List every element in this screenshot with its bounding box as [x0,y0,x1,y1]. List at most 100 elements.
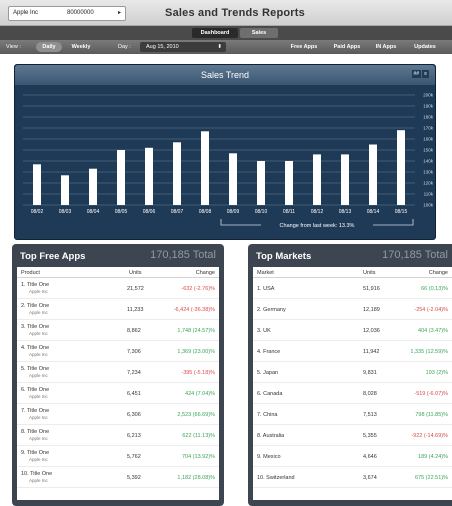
table-row[interactable]: 6. Title One Apple Inc 6,451 424 (7.04)% [17,384,219,404]
table-row[interactable]: 9. Mexico 4,646 189 (4.24)% [253,447,452,467]
table-row[interactable]: 2. Germany 12,189 -254 (-2.04)% [253,300,452,320]
row-name: 8. Australia [257,433,285,439]
table-icon[interactable]: ≡ [422,70,429,78]
bar [173,142,181,205]
top-markets-panel: Top Markets 170,185 Total Market Units C… [248,244,452,506]
table-row[interactable]: 8. Title One Apple Inc 6,213 622 (11.13)% [17,426,219,446]
row-name: 7. China [257,412,278,418]
row-units: 3,674 [363,475,377,481]
row-name: 6. Canada [257,391,283,397]
y-tick-label: 180k [423,115,434,120]
row-units: 6,213 [127,433,141,439]
bar [89,168,97,205]
row-name: 1. Title One [21,282,50,288]
x-tick-label: 08/08 [199,209,212,215]
row-name: 2. Germany [257,307,286,313]
in-apps-button[interactable]: IN Apps [370,42,402,52]
x-tick-label: 08/10 [255,209,268,215]
paid-apps-button[interactable]: Paid Apps [328,42,366,52]
top-bar: Apple Inc 80000000 ▸ Sales and Trends Re… [0,0,452,26]
y-tick-label: 190k [423,104,434,109]
table-row[interactable]: 10. Title One Apple Inc 5,392 1,182 (28.08)… [17,468,219,488]
row-change: 675 (22.51)% [414,475,448,481]
y-tick-label: 140k [423,159,434,164]
y-tick-label: 100k [423,203,434,208]
sales-trend-header: Sales Trend ## ≡ [15,65,435,85]
column-header-change: Change [195,270,215,276]
table-row[interactable]: 4. France 11,942 1,335 (12.59)% [253,342,452,362]
bar [285,161,293,205]
row-name: 8. Title One [21,429,50,435]
table-row[interactable]: 10. Switzerland 3,674 675 (22.51)% [253,468,452,488]
x-tick-label: 08/07 [171,209,184,215]
row-change: 1,369 (23.00)% [177,349,215,355]
change-from-last-week: Change from last week: 13.3% [280,223,355,229]
row-units: 6,306 [127,412,141,418]
weekly-toggle[interactable]: Weekly [66,42,96,52]
table-row[interactable]: 4. Title One Apple Inc 7,306 1,369 (23.00)% [17,342,219,362]
row-name: 2. Title One [21,303,50,309]
row-name: 10. Title One [21,471,53,477]
top-markets-table: Market Units Change 1. USA 51,916 66 (0.13… [253,267,452,500]
column-header-market: Market [257,270,274,276]
account-selector[interactable]: Apple Inc 80000000 ▸ [8,6,126,21]
table-row[interactable]: 7. Title One Apple Inc 6,306 2,523 (66.69)% [17,405,219,425]
table-row[interactable]: 3. UK 12,036 404 (3.47)% [253,321,452,341]
y-tick-label: 120k [423,181,434,186]
row-change: 798 (11.85)% [415,412,448,418]
x-tick-label: 08/13 [339,209,352,215]
free-apps-button[interactable]: Free Apps [284,42,324,52]
row-change: -519 (-6.07)% [414,391,448,397]
table-row[interactable]: 7. China 7,513 798 (11.85)% [253,405,452,425]
x-tick-label: 08/12 [311,209,324,215]
row-change: 2,523 (66.69)% [177,412,215,418]
row-name: 4. Title One [21,345,50,351]
top-free-apps-panel: Top Free Apps 170,185 Total Product Unit… [12,244,224,506]
x-tick-label: 08/02 [31,209,44,215]
updates-button[interactable]: Updates [406,42,444,52]
account-number: 80000000 [67,10,94,16]
table-row[interactable]: 5. Title One Apple Inc 7,234 -395 (-5.18)% [17,363,219,383]
day-label: Day : [118,44,131,50]
x-tick-label: 08/04 [87,209,100,215]
daily-toggle[interactable]: Daily [36,42,62,52]
row-units: 7,234 [127,370,141,376]
row-change: 704 (13.92)% [181,454,215,460]
tab-sales[interactable]: Sales [240,28,278,38]
row-publisher: Apple Inc [29,394,48,399]
row-change: 1,748 (24.57)% [177,328,215,334]
table-row[interactable]: 9. Title One Apple Inc 5,762 704 (13.92)% [17,447,219,467]
row-change: 622 (11.13)% [182,433,215,439]
table-row[interactable]: 2. Title One Apple Inc 11,233 -6,424 (-36.3… [17,300,219,320]
row-change: 424 (7.04)% [185,391,215,397]
chart-view-toggles: ## ≡ [411,70,429,78]
bar [61,175,69,205]
table-row[interactable]: 1. Title One Apple Inc 21,572 -632 (-2.76)% [17,279,219,299]
tab-dashboard[interactable]: Dashboard [192,28,238,38]
row-publisher: Apple Inc [29,310,48,315]
table-row[interactable]: 5. Japan 9,831 193 (2)% [253,363,452,383]
bar [397,130,405,205]
chart-icon[interactable]: ## [411,70,422,78]
row-units: 8,862 [127,328,141,334]
table-row[interactable]: 8. Australia 5,355 -922 (-14.69)% [253,426,452,446]
row-name: 5. Title One [21,366,50,372]
page-title: Sales and Trends Reports [165,7,305,19]
row-name: 7. Title One [21,408,50,414]
row-publisher: Apple Inc [29,331,48,336]
row-units: 11,942 [363,349,380,355]
table-row[interactable]: 1. USA 51,916 66 (0.13)% [253,279,452,299]
row-change: -632 (-2.76)% [181,286,215,292]
sales-trend-panel: Sales Trend ## ≡ 100k 110k 120k 130k 140k 150k… [14,64,436,240]
date-select[interactable]: Aug 15, 2010 ⬍ [140,42,226,52]
table-row[interactable]: 6. Canada 8,028 -519 (-6.07)% [253,384,452,404]
table-row[interactable]: 3. Title One Apple Inc 8,862 1,748 (24.57)% [17,321,219,341]
column-header-units: Units [129,270,142,276]
x-tick-label: 08/11 [283,209,295,215]
dropdown-arrow-icon: ▸ [117,10,121,16]
bar [313,154,321,205]
row-name: 3. UK [257,328,271,334]
row-name: 3. Title One [21,324,50,330]
account-name: Apple Inc [13,10,39,16]
week-bracket-right [373,219,414,226]
